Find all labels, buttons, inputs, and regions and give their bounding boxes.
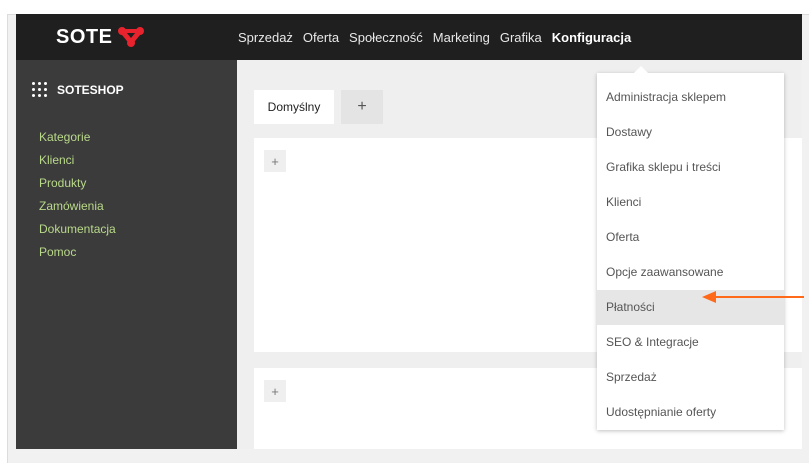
nav-konfiguracja[interactable]: Konfiguracja bbox=[552, 30, 631, 45]
menu-item-dostawy[interactable]: Dostawy bbox=[597, 115, 784, 150]
nav-sprzedaz[interactable]: Sprzedaż bbox=[238, 30, 293, 45]
sidebar-item-kategorie[interactable]: Kategorie bbox=[39, 126, 116, 149]
konfiguracja-dropdown: Administracja sklepem Dostawy Grafika sk… bbox=[597, 73, 784, 430]
annotation-arrow-icon bbox=[702, 291, 804, 303]
red-connector-icon bbox=[118, 27, 145, 47]
menu-item-seo-integracje[interactable]: SEO & Integracje bbox=[597, 325, 784, 360]
add-widget-button[interactable]: + bbox=[264, 380, 286, 402]
logo-text: SOTE bbox=[56, 25, 113, 48]
sidebar-item-dokumentacja[interactable]: Dokumentacja bbox=[39, 218, 116, 241]
sidebar-brand[interactable]: SOTESHOP bbox=[32, 82, 124, 97]
top-navigation: Sprzedaż Oferta Społeczność Marketing Gr… bbox=[238, 14, 631, 60]
sidebar-brand-label: SOTESHOP bbox=[57, 82, 124, 97]
logo[interactable]: SOTE bbox=[56, 14, 146, 60]
menu-item-opcje-zaawansowane[interactable]: Opcje zaawansowane bbox=[597, 255, 784, 290]
sidebar: SOTESHOP Kategorie Klienci Produkty Zamó… bbox=[16, 60, 237, 449]
menu-item-udostepnianie-oferty[interactable]: Udostępnianie oferty bbox=[597, 395, 784, 430]
menu-item-administracja-sklepem[interactable]: Administracja sklepem bbox=[597, 80, 784, 115]
sidebar-item-pomoc[interactable]: Pomoc bbox=[39, 241, 116, 264]
add-widget-button[interactable]: + bbox=[264, 150, 286, 172]
tab-domyslny[interactable]: Domyślny bbox=[254, 90, 334, 124]
sidebar-item-produkty[interactable]: Produkty bbox=[39, 172, 116, 195]
nav-oferta[interactable]: Oferta bbox=[303, 30, 339, 45]
menu-item-klienci[interactable]: Klienci bbox=[597, 185, 784, 220]
menu-item-grafika-sklepu[interactable]: Grafika sklepu i treści bbox=[597, 150, 784, 185]
sidebar-item-zamowienia[interactable]: Zamówienia bbox=[39, 195, 116, 218]
nav-marketing[interactable]: Marketing bbox=[433, 30, 490, 45]
menu-item-sprzedaz[interactable]: Sprzedaż bbox=[597, 360, 784, 395]
nav-grafika[interactable]: Grafika bbox=[500, 30, 542, 45]
nav-spolecznosc[interactable]: Społeczność bbox=[349, 30, 423, 45]
add-tab-button[interactable]: + bbox=[341, 90, 383, 124]
sidebar-item-klienci[interactable]: Klienci bbox=[39, 149, 116, 172]
dropdown-caret bbox=[633, 66, 649, 74]
top-bar: SOTE Sprzedaż Oferta Społeczność Marketi… bbox=[16, 14, 802, 60]
sidebar-menu: Kategorie Klienci Produkty Zamówienia Do… bbox=[39, 126, 116, 264]
menu-item-oferta[interactable]: Oferta bbox=[597, 220, 784, 255]
grid-dots-icon bbox=[32, 82, 47, 97]
